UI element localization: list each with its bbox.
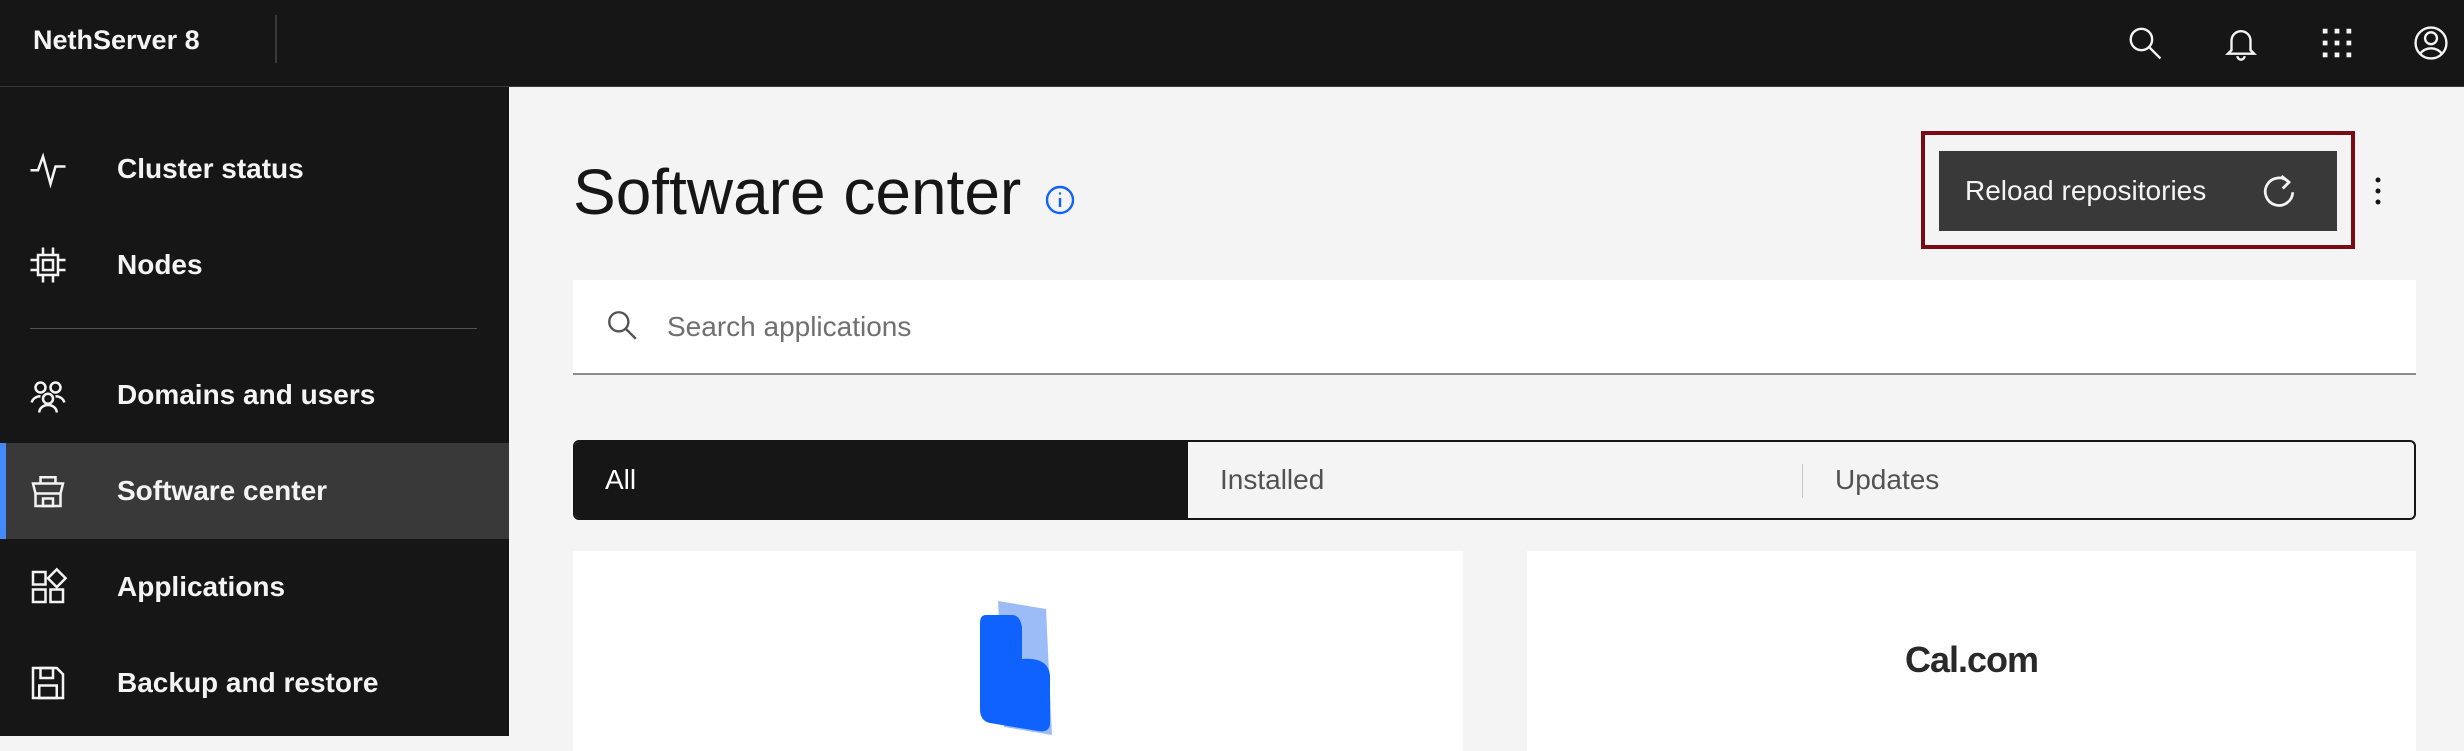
sidebar-item-label: Backup and restore [117,667,379,698]
save-icon [28,663,68,703]
search-icon[interactable] [2114,12,2176,74]
search-input[interactable] [667,280,2367,373]
sidebar-separator [30,328,477,329]
sidebar-item-label: Applications [117,571,286,602]
users-icon [28,375,68,415]
page-title: Software center [573,156,1022,228]
search-box [573,280,2416,375]
app-switcher-icon[interactable] [2306,12,2368,74]
tab-installed[interactable]: Installed [1188,442,1802,518]
brand-name[interactable]: NethServer 8 [33,0,200,86]
content-switcher: All Installed Updates [573,440,2416,520]
sidebar-item-nodes[interactable]: Nodes [0,217,509,313]
sidebar-item-label: Nodes [117,249,203,280]
reload-repositories-button[interactable]: Reload repositories [1939,151,2337,231]
sidebar-item-label: Software center [117,475,328,506]
sidebar-item-backup-and-restore[interactable]: Backup and restore [0,635,509,731]
header-divider [275,15,277,63]
app-card[interactable] [573,551,1463,751]
sidebar-item-applications[interactable]: Applications [0,539,509,635]
sidebar-item-software-center[interactable]: Software center [0,443,509,539]
search-icon [608,311,637,340]
activity-icon [28,149,68,189]
sidebar-nav: Cluster status Nodes Domains and users S… [0,87,509,736]
info-icon[interactable] [1044,184,1076,216]
sidebar-item-domains-and-users[interactable]: Domains and users [0,347,509,443]
app-card[interactable]: Cal.com [1527,551,2416,751]
sidebar-item-label: Cluster status [117,153,304,184]
tab-all[interactable]: All [575,442,1188,518]
sidebar-item-cluster-status[interactable]: Cluster status [0,121,509,217]
reload-button-label: Reload repositories [1965,175,2207,206]
top-header: NethServer 8 [0,0,2464,87]
user-avatar-icon[interactable] [2400,12,2462,74]
notification-bell-icon[interactable] [2210,12,2272,74]
apps-icon [28,567,68,607]
store-icon [28,471,68,511]
tab-updates[interactable]: Updates [1803,442,2414,518]
refresh-icon [2263,174,2295,207]
app-logo-text: Cal.com [1904,639,2039,680]
app-logo-icon [980,601,1052,735]
chip-icon [28,245,68,285]
sidebar-item-label: Domains and users [117,379,376,410]
overflow-menu-icon[interactable] [2360,166,2396,216]
